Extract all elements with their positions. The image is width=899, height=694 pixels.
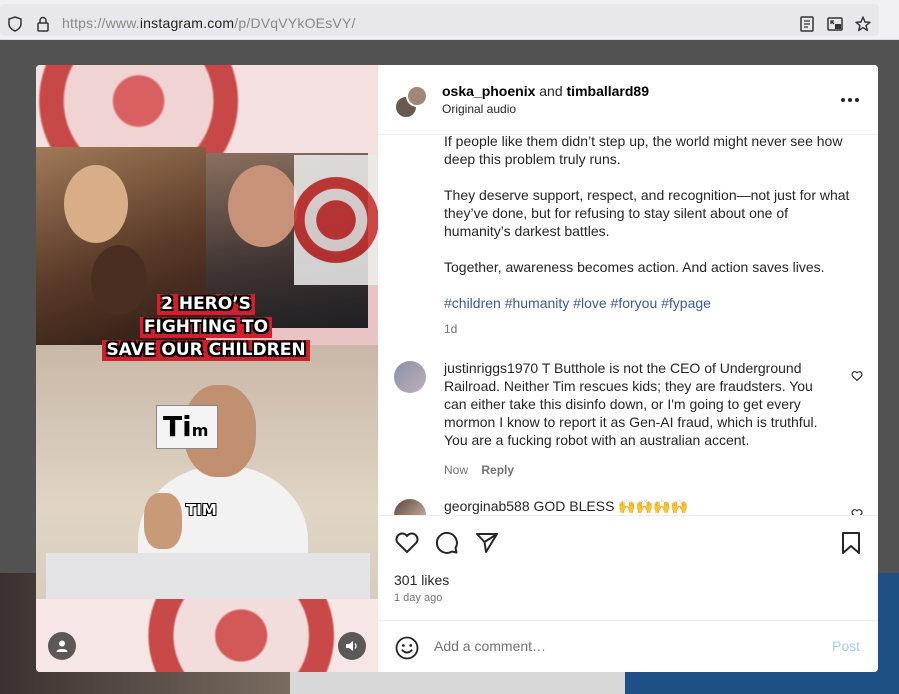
more-options-icon[interactable] — [838, 91, 862, 109]
post-caption: If people like them didn’t step up, the … — [444, 135, 858, 338]
heart-icon[interactable] — [851, 508, 863, 515]
post-video[interactable]: 2 HERO’S FIGHTING TO SAVE OUR CHILDREN T… — [36, 65, 378, 672]
reader-mode-icon[interactable] — [798, 15, 816, 33]
comment-time[interactable]: Now — [444, 463, 468, 477]
comments-scroll-area[interactable]: If people like them didn’t step up, the … — [378, 135, 878, 515]
caption-paragraph: If people like them didn’t step up, the … — [444, 135, 843, 167]
caption-paragraph: Together, awareness becomes action. And … — [444, 259, 825, 275]
caption-line: SAVE OUR CHILDREN — [102, 340, 310, 361]
post-authors: oska_phoenix and timballard89 — [442, 83, 649, 99]
speaker-icon — [346, 641, 357, 651]
user-tag-icon — [56, 640, 68, 652]
map-graphic — [36, 599, 378, 672]
post-comment-button[interactable]: Post — [832, 638, 860, 654]
heart-icon[interactable] — [851, 370, 863, 382]
avatar[interactable] — [406, 85, 428, 107]
likes-count[interactable]: 301 likes — [394, 572, 449, 588]
comment-text: GOD BLESS 🙌🙌🙌🙌 — [533, 498, 689, 514]
comment-body: georginab588 GOD BLESS 🙌🙌🙌🙌 — [444, 497, 828, 515]
caption-paragraph: They deserve support, respect, and recog… — [444, 187, 850, 239]
name-label: TIM — [186, 501, 217, 519]
comment-composer: Post — [378, 620, 878, 672]
shield-icon[interactable] — [6, 15, 24, 33]
caption-age[interactable]: 1d — [444, 320, 858, 338]
comment-body: justinriggs1970 T Butthole is not the CE… — [444, 359, 828, 449]
mute-button[interactable] — [338, 632, 366, 660]
avatar[interactable] — [394, 361, 426, 393]
video-caption-overlay: 2 HERO’S FIGHTING TO SAVE OUR CHILDREN — [94, 293, 318, 362]
bookmark-icon[interactable] — [838, 530, 864, 556]
comment-username[interactable]: justinriggs1970 — [444, 360, 538, 376]
caption-line: 2 HERO’S — [157, 294, 255, 315]
map-markers — [294, 155, 378, 285]
collab-avatars[interactable] — [394, 85, 428, 119]
post-actions: 301 likes 1 day ago — [378, 515, 878, 620]
comment-username[interactable]: georginab588 — [444, 498, 530, 514]
comment-meta: Now Reply — [444, 463, 514, 477]
name-tag-text: Ti — [163, 410, 192, 443]
author-link[interactable]: oska_phoenix — [442, 83, 535, 99]
comment-icon[interactable] — [434, 530, 460, 556]
name-tag-text: m — [191, 421, 209, 440]
reply-button[interactable]: Reply — [481, 463, 514, 477]
author-link[interactable]: timballard89 — [567, 83, 649, 99]
hand — [144, 493, 182, 549]
post-date[interactable]: 1 day ago — [394, 592, 442, 604]
tagged-users-button[interactable] — [48, 632, 76, 660]
hashtags[interactable]: #children #humanity #love #foryou #fypag… — [444, 294, 858, 312]
audio-link[interactable]: Original audio — [442, 102, 516, 116]
comment-input[interactable] — [434, 638, 814, 654]
url-bar[interactable]: https://www.instagram.com/p/DVqVYkOEsVY/ — [0, 4, 879, 36]
heart-icon[interactable] — [394, 530, 420, 556]
url-text[interactable]: https://www.instagram.com/p/DVqVYkOEsVY/ — [62, 15, 356, 31]
browser-toolbar: https://www.instagram.com/p/DVqVYkOEsVY/ — [0, 0, 899, 40]
post-header: oska_phoenix and timballard89 Original a… — [378, 65, 878, 135]
picture-in-picture-icon[interactable] — [826, 15, 844, 33]
emoji-icon[interactable] — [394, 635, 420, 661]
star-icon[interactable] — [854, 15, 872, 33]
face — [64, 165, 128, 243]
name-tag-sticker: Tim — [156, 405, 218, 449]
post-modal: 2 HERO’S FIGHTING TO SAVE OUR CHILDREN T… — [36, 65, 878, 672]
authors-connector: and — [539, 83, 563, 99]
share-icon[interactable] — [474, 530, 500, 556]
post-details-panel: oska_phoenix and timballard89 Original a… — [378, 65, 878, 672]
avatar[interactable] — [394, 499, 426, 515]
map-graphic — [46, 553, 370, 599]
lock-icon[interactable] — [34, 15, 52, 33]
face — [228, 165, 298, 247]
map-graphic — [36, 65, 378, 155]
caption-line: FIGHTING TO — [139, 317, 273, 338]
